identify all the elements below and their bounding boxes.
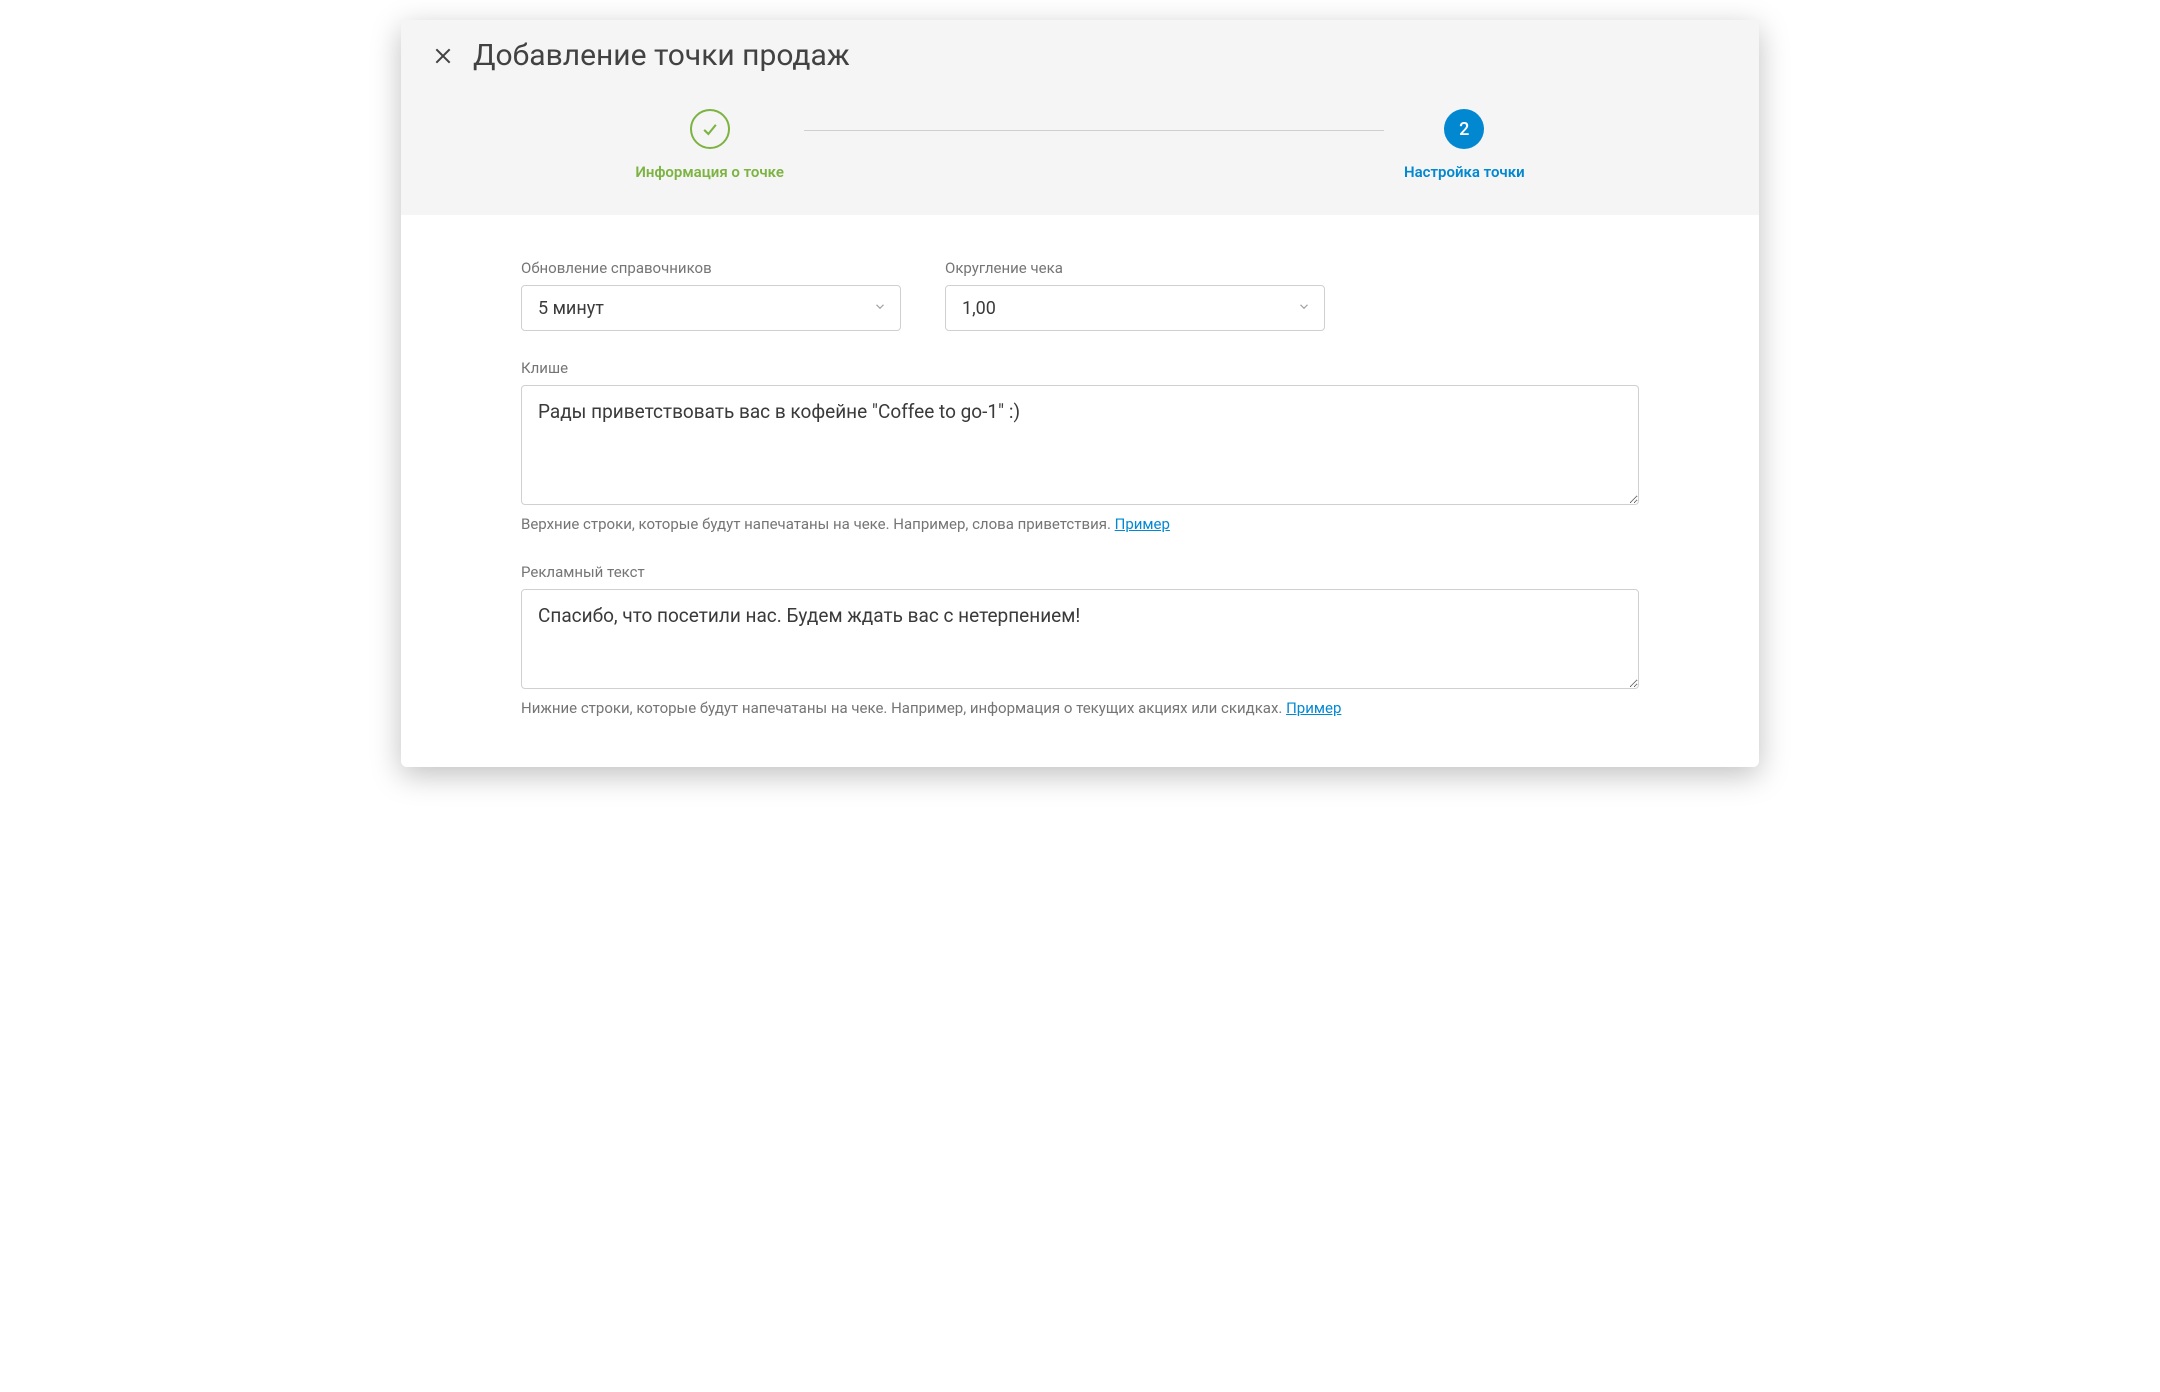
close-button[interactable] — [431, 44, 455, 68]
help-ad-text: Нижние строки, которые будут напечатаны … — [521, 699, 1639, 717]
stepper: Информация о точке 2 Настройка точки — [431, 97, 1729, 215]
step-info[interactable]: Информация о точке — [635, 109, 784, 181]
field-ad-text: Рекламный текст Нижние строки, которые б… — [521, 563, 1639, 717]
step-settings[interactable]: 2 Настройка точки — [1404, 109, 1525, 181]
help-ad-text-text: Нижние строки, которые будут напечатаны … — [521, 699, 1286, 717]
select-wrap-update-refs: 5 минут — [521, 285, 901, 331]
select-value-update-refs: 5 минут — [538, 298, 604, 319]
step-number: 2 — [1459, 119, 1469, 140]
group-ad-text: Рекламный текст Нижние строки, которые б… — [521, 563, 1639, 717]
label-cliche: Клише — [521, 359, 1639, 377]
row-selects: Обновление справочников 5 минут Округлен… — [521, 259, 1639, 331]
label-update-refs: Обновление справочников — [521, 259, 901, 277]
modal-body: Обновление справочников 5 минут Округлен… — [401, 215, 1759, 767]
modal-add-sales-point: Добавление точки продаж Информация о точ… — [401, 20, 1759, 767]
modal-title: Добавление точки продаж — [473, 38, 850, 73]
close-icon — [433, 46, 453, 66]
link-cliche-example[interactable]: Пример — [1115, 515, 1170, 533]
help-cliche: Верхние строки, которые будут напечатаны… — [521, 515, 1639, 533]
field-update-refs: Обновление справочников 5 минут — [521, 259, 901, 331]
textarea-ad-text[interactable] — [521, 589, 1639, 689]
field-rounding: Округление чека 1,00 — [945, 259, 1325, 331]
step-circle-done — [690, 109, 730, 149]
check-icon — [700, 119, 720, 139]
step-circle-current: 2 — [1444, 109, 1484, 149]
help-cliche-text: Верхние строки, которые будут напечатаны… — [521, 515, 1115, 533]
select-update-refs[interactable]: 5 минут — [521, 285, 901, 331]
select-wrap-rounding: 1,00 — [945, 285, 1325, 331]
group-cliche: Клише Верхние строки, которые будут напе… — [521, 359, 1639, 533]
step-connector — [804, 130, 1384, 131]
select-rounding[interactable]: 1,00 — [945, 285, 1325, 331]
link-ad-text-example[interactable]: Пример — [1286, 699, 1341, 717]
label-rounding: Округление чека — [945, 259, 1325, 277]
modal-header: Добавление точки продаж Информация о точ… — [401, 20, 1759, 215]
step-label-settings: Настройка точки — [1404, 163, 1525, 181]
label-ad-text: Рекламный текст — [521, 563, 1639, 581]
header-top: Добавление точки продаж — [431, 38, 1729, 97]
select-value-rounding: 1,00 — [962, 298, 996, 319]
field-cliche: Клише Верхние строки, которые будут напе… — [521, 359, 1639, 533]
step-label-info: Информация о точке — [635, 163, 784, 181]
textarea-cliche[interactable] — [521, 385, 1639, 505]
